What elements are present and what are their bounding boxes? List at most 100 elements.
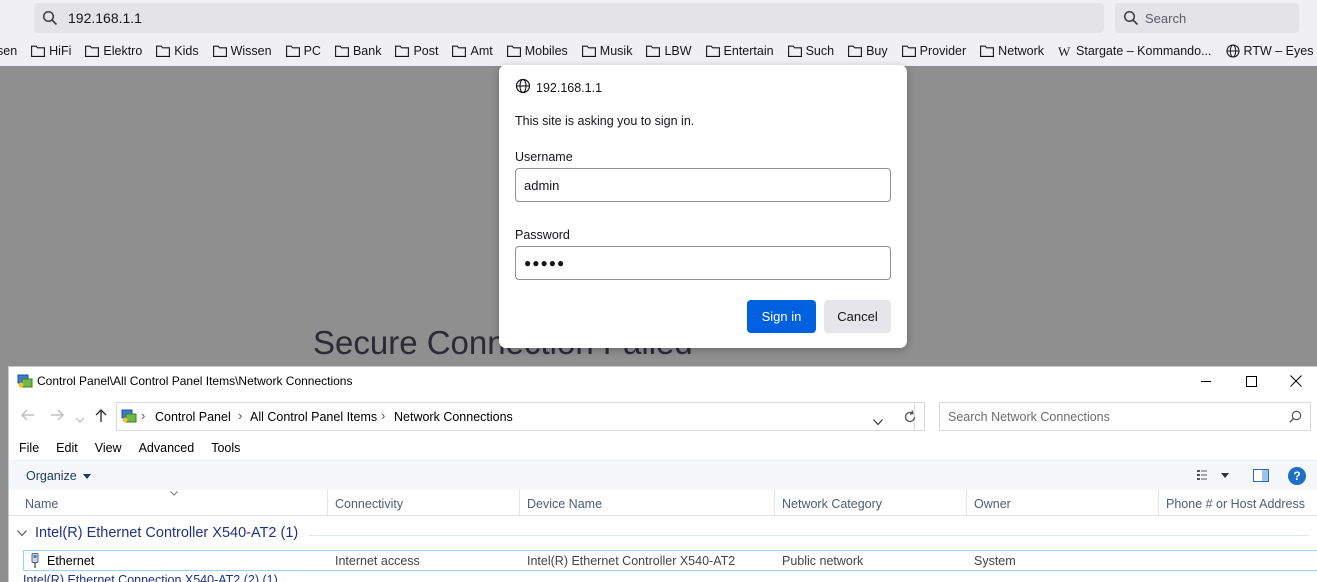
preview-pane-icon: [1253, 469, 1269, 482]
folder-icon: [705, 45, 720, 57]
breadcrumb-chevron-icon[interactable]: ›: [141, 408, 145, 423]
change-view-button[interactable]: [1197, 469, 1229, 481]
bookmark-label: Buy: [866, 44, 888, 58]
network-connections-window: Control Panel\All Control Panel Items\Ne…: [8, 366, 1317, 582]
bookmark-item[interactable]: Such: [787, 44, 835, 58]
column-host-address[interactable]: Phone # or Host Address: [1159, 490, 1317, 516]
breadcrumb-network-connections[interactable]: Network Connections: [394, 410, 513, 424]
cancel-button[interactable]: Cancel: [824, 300, 891, 333]
breadcrumb-all-items[interactable]: All Control Panel Items: [250, 410, 377, 424]
bookmark-item[interactable]: LBW: [646, 44, 692, 58]
folder-icon: [85, 45, 100, 57]
username-field[interactable]: admin: [515, 168, 891, 202]
column-owner[interactable]: Owner: [967, 490, 1159, 516]
bookmark-item[interactable]: HiFi: [31, 44, 71, 58]
menu-advanced[interactable]: Advanced: [129, 439, 202, 459]
bookmark-item[interactable]: PC: [285, 44, 321, 58]
folder-icon: [156, 45, 171, 57]
column-connectivity[interactable]: Connectivity: [328, 490, 520, 516]
group-header-partial[interactable]: Intel(R) Ethernet Connection X540-AT2 (2…: [23, 573, 278, 582]
address-dropdown-chevron-icon[interactable]: [873, 414, 883, 429]
row-connectivity: Internet access: [335, 554, 420, 568]
breadcrumb-control-panel[interactable]: Control Panel: [155, 410, 231, 424]
folder-icon: [980, 45, 995, 57]
bookmark-item[interactable]: Amt: [452, 44, 493, 58]
sign-in-button[interactable]: Sign in: [747, 300, 816, 333]
bookmark-item[interactable]: Bank: [335, 44, 382, 58]
row-device-name: Intel(R) Ethernet Controller X540-AT2: [527, 554, 736, 568]
bookmark-label: Elektro: [103, 44, 143, 58]
folder-icon: [506, 45, 521, 57]
bookmark-item[interactable]: Musik: [581, 44, 633, 58]
bookmark-label: Musik: [599, 44, 633, 58]
column-headers: Name Connectivity Device Name Network Ca…: [9, 490, 1317, 516]
column-device-name[interactable]: Device Name: [520, 490, 775, 516]
bookmark-item[interactable]: Mobiles: [506, 44, 568, 58]
row-owner: System: [974, 554, 1016, 568]
sign-in-dialog: 192.168.1.1 This site is asking you to s…: [499, 65, 907, 348]
bookmarks-toolbar: sen HiFi Elektro Kids Wissen PC Bank Post Amt Mob…: [0, 41, 1317, 61]
bookmark-item[interactable]: Provider: [901, 44, 966, 58]
group-title: Intel(R) Ethernet Connection X540-AT2 (2…: [23, 573, 278, 582]
refresh-icon: [904, 409, 916, 422]
bookmark-label: Post: [413, 44, 439, 58]
url-bar[interactable]: 192.168.1.1: [34, 3, 1104, 33]
dialog-host: 192.168.1.1: [515, 78, 602, 97]
group-header-intel-controller[interactable]: Intel(R) Ethernet Controller X540-AT2 (1…: [17, 525, 298, 541]
bookmark-item[interactable]: Wissen: [212, 44, 272, 58]
bookmark-item[interactable]: RTW – Eyes on Your A: [1225, 44, 1317, 58]
bookmark-label: Such: [805, 44, 835, 58]
bookmark-item[interactable]: Entertain: [705, 44, 774, 58]
search-bar[interactable]: Search: [1115, 3, 1299, 33]
minimize-button[interactable]: [1183, 367, 1229, 395]
forward-arrow-icon[interactable]: [50, 408, 64, 425]
bookmark-label: Network: [998, 44, 1045, 58]
back-arrow-icon[interactable]: [21, 408, 35, 425]
bookmark-item[interactable]: Elektro: [85, 44, 142, 58]
table-row[interactable]: Ethernet Internet access Intel(R) Ethern…: [23, 550, 1317, 571]
search-network-connections-input[interactable]: Search Network Connections: [939, 402, 1311, 431]
folder-icon: [335, 45, 349, 57]
menu-view[interactable]: View: [85, 439, 129, 459]
bookmark-label: RTW – Eyes on Your A: [1243, 44, 1317, 58]
command-bar: Organize ?: [9, 460, 1317, 490]
dialog-host-text: 192.168.1.1: [536, 80, 603, 95]
preview-pane-button[interactable]: [1253, 469, 1269, 485]
globe-icon: [515, 78, 531, 97]
window-titlebar[interactable]: Control Panel\All Control Panel Items\Ne…: [9, 367, 1317, 395]
details-view-icon: [1197, 470, 1207, 480]
menu-edit[interactable]: Edit: [46, 439, 85, 459]
bookmark-label: HiFi: [49, 44, 72, 58]
close-button[interactable]: [1273, 367, 1317, 395]
password-field[interactable]: ●●●●●: [515, 246, 891, 280]
address-row: › Control Panel › All Control Panel Item…: [9, 400, 1317, 432]
folder-icon: [901, 45, 916, 57]
breadcrumb-chevron-icon[interactable]: ›: [238, 408, 242, 423]
breadcrumb-chevron-icon[interactable]: ›: [381, 408, 385, 423]
password-label: Password: [515, 228, 570, 242]
folder-icon: [848, 45, 863, 57]
menu-tools[interactable]: Tools: [201, 439, 247, 459]
column-network-category[interactable]: Network Category: [775, 490, 967, 516]
up-arrow-icon[interactable]: [94, 408, 108, 425]
address-bar[interactable]: › Control Panel › All Control Panel Item…: [116, 402, 915, 431]
bookmark-label: Amt: [470, 44, 493, 58]
bookmark-label: Entertain: [723, 44, 774, 58]
organize-button[interactable]: Organize: [26, 469, 91, 483]
bookmark-item[interactable]: Buy: [848, 44, 888, 58]
bookmark-item[interactable]: Network: [980, 44, 1044, 58]
help-button[interactable]: ?: [1288, 467, 1306, 485]
url-text: 192.168.1.1: [68, 10, 142, 26]
bookmark-item[interactable]: Post: [395, 44, 438, 58]
bookmark-label: Bank: [352, 44, 382, 58]
bookmark-item[interactable]: W Stargate – Kommando...: [1058, 44, 1212, 58]
bookmark-label: Kids: [174, 44, 199, 58]
maximize-button[interactable]: [1228, 367, 1274, 395]
bookmark-item[interactable]: sen: [0, 44, 17, 58]
menu-file[interactable]: File: [9, 439, 46, 459]
folder-icon: [452, 45, 467, 57]
search-icon: [1289, 410, 1302, 426]
refresh-button[interactable]: [896, 402, 925, 431]
recent-locations-chevron-icon[interactable]: [75, 412, 85, 427]
bookmark-item[interactable]: Kids: [156, 44, 199, 58]
